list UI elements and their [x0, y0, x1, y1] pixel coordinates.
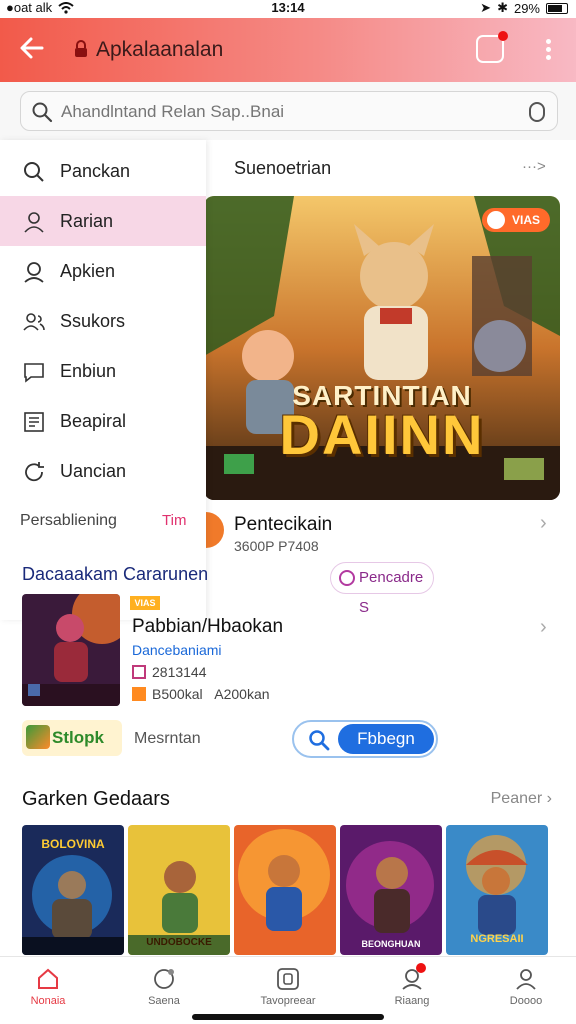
featured-item-title[interactable]: Pentecikain — [234, 514, 332, 536]
hero-badge: VIAS — [481, 208, 550, 232]
back-button[interactable] — [18, 34, 48, 64]
sidebar-item-notes[interactable]: Beapiral — [0, 396, 206, 446]
search-icon — [309, 730, 330, 751]
game-card[interactable]: BOLOVINA — [22, 825, 124, 955]
sidebar-item-label: Enbiun — [60, 361, 117, 381]
game-card[interactable] — [234, 825, 336, 955]
chat-icon — [24, 363, 44, 383]
sidebar-item-label: Apkien — [60, 261, 116, 281]
notes-icon — [24, 412, 44, 432]
notification-dot — [498, 31, 508, 41]
search-pill[interactable]: Fbbegn — [292, 720, 438, 758]
nav-store[interactable]: Tavopreear — [240, 957, 336, 1013]
status-bar: ●oat alk 13:14 ➤ ✱ 29% — [0, 0, 576, 16]
featured-item-button[interactable]: Pencadre S — [330, 562, 434, 616]
game-card-label: BEONGHUAN — [361, 939, 421, 949]
game-card[interactable]: UNDOBOCKE — [128, 825, 230, 955]
sidebar-item-label: Panckan — [60, 161, 131, 181]
sidebar-item-refresh[interactable]: Uancian — [0, 446, 206, 496]
message-label: Mesrntan — [134, 730, 201, 747]
sidebar-item-active[interactable]: Rarian — [0, 196, 206, 246]
nav-home[interactable]: Nonaia — [0, 957, 96, 1013]
side-menu: Panckan Rarian Apkien Ssukors Enbiun Bea… — [0, 140, 206, 620]
chevron-right-icon[interactable]: › — [540, 616, 547, 639]
square-icon — [277, 968, 299, 990]
game-card-label: NGRESAII — [470, 933, 524, 945]
home-indicator — [192, 1014, 384, 1020]
game-card-label: BOLOVINA — [41, 837, 105, 851]
featured-see-all[interactable]: ···> — [522, 158, 546, 175]
sidebar-item-label: Ssukors — [60, 311, 126, 331]
home-icon — [38, 968, 58, 989]
recommended-thumbnail[interactable] — [22, 594, 120, 706]
game-card[interactable]: BEONGHUAN — [340, 825, 442, 955]
recommended-item-link[interactable]: Dancebaniami — [132, 642, 222, 658]
nav-label: Doooo — [509, 995, 543, 1007]
recommended-item-meta-1: 2813144 — [132, 664, 207, 680]
sidebar-item-label: Beapiral — [60, 411, 127, 431]
grid-see-all[interactable]: Peaner › — [491, 790, 552, 808]
search-chat-icon — [154, 969, 174, 989]
nav-label: Saena — [148, 995, 180, 1007]
chevron-right-icon[interactable]: › — [540, 512, 547, 535]
sidebar-item-label: Rarian — [60, 211, 114, 231]
personalizing-label[interactable]: Persabliening — [20, 512, 117, 530]
game-cards: BOLOVINA UNDOBOCKE BEONGHUAN NGRESAII — [22, 825, 556, 955]
search-icon — [24, 162, 44, 182]
more-options-button[interactable] — [540, 36, 556, 64]
nav-search[interactable]: Saena — [116, 957, 212, 1013]
recommended-title: Dacaaakam Cararunen — [22, 564, 209, 584]
grid-section-title: Garken Gedaars — [22, 788, 170, 810]
featured-item-meta: 3600P P7408 — [234, 538, 319, 554]
lock-icon — [75, 40, 87, 57]
sidebar-item-search[interactable]: Panckan — [0, 146, 206, 196]
sidebar-item-apps[interactable]: Apkien — [0, 246, 206, 296]
search-bar[interactable] — [20, 91, 558, 131]
users-icon — [23, 313, 45, 331]
search-icon — [32, 102, 53, 123]
nav-label: Nonaia — [30, 995, 66, 1007]
hero-banner[interactable]: VIAS SARTINTIAN DAIINN — [204, 196, 560, 500]
controller-button[interactable] — [476, 31, 508, 63]
search-area — [0, 82, 576, 140]
profile-icon — [24, 262, 44, 283]
page-title: Apkalaanalan — [96, 38, 224, 61]
game-card-label: UNDOBOCKE — [146, 937, 212, 948]
nav-activity[interactable]: Riaang — [364, 957, 460, 1013]
mic-icon[interactable] — [529, 102, 545, 122]
sidebar-item-label: Uancian — [60, 461, 127, 481]
recommended-badge: VIAS — [130, 596, 160, 610]
nav-profile[interactable]: Doooo — [478, 957, 574, 1013]
featured-section-title: Suenoetrian — [234, 158, 332, 178]
bluetooth-icon: ✱ — [497, 0, 508, 15]
partner-logo[interactable]: Stlopk — [22, 720, 122, 756]
location-icon: ➤ — [480, 0, 492, 15]
nav-label: Tavopreear — [260, 995, 316, 1007]
sidebar-item-users[interactable]: Ssukors — [0, 296, 206, 346]
battery-percent: 29% — [513, 0, 540, 16]
app-header: Apkalaanalan — [0, 18, 576, 82]
notification-dot — [416, 963, 426, 973]
game-card[interactable]: NGRESAII — [446, 825, 548, 955]
personalizing-tag: Tim — [162, 512, 187, 529]
profile-icon — [516, 969, 536, 990]
hero-title: DAIINN — [279, 403, 485, 466]
search-pill-button[interactable]: Fbbegn — [338, 724, 434, 754]
arrow-left-icon — [20, 37, 44, 59]
nav-label: Riaang — [394, 995, 430, 1007]
user-icon — [24, 212, 44, 233]
search-input[interactable] — [61, 98, 501, 126]
sidebar-item-chat[interactable]: Enbiun — [0, 346, 206, 396]
recommended-item-title[interactable]: Pabbian/Hbaokan — [132, 616, 283, 638]
battery-icon — [546, 2, 568, 14]
refresh-icon — [25, 462, 44, 482]
recommended-item-meta-2: B500kal A200kan — [132, 686, 270, 702]
